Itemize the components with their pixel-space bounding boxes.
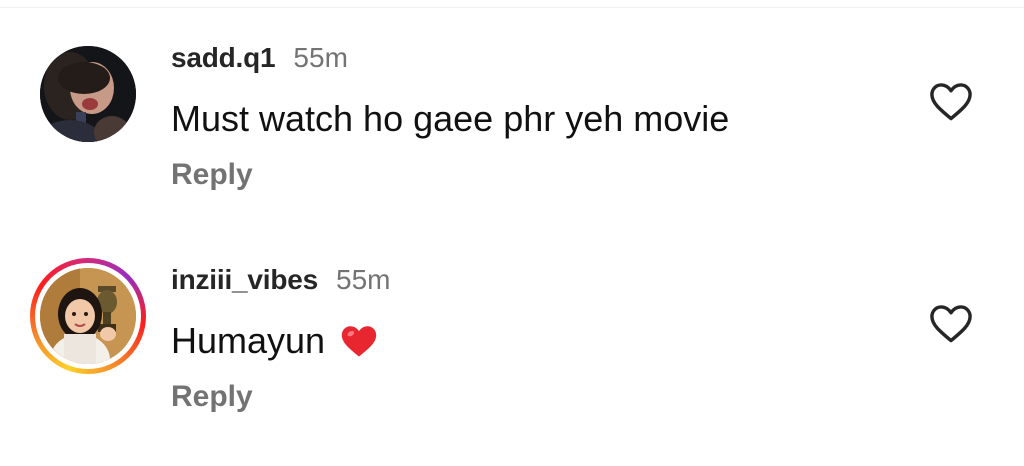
- like-button[interactable]: [928, 302, 974, 344]
- comment-item: inziii_vibes 55m Humayun Reply: [0, 254, 1024, 454]
- comment-item: sadd.q1 55m Must watch ho gaee phr yeh m…: [0, 32, 1024, 232]
- avatar[interactable]: [40, 46, 136, 142]
- story-ring[interactable]: [30, 258, 146, 374]
- heart-outline-icon: [930, 305, 972, 343]
- like-button[interactable]: [928, 80, 974, 122]
- heart-outline-icon: [930, 83, 972, 121]
- heart-emoji-icon: [341, 326, 377, 357]
- reply-button[interactable]: Reply: [171, 380, 253, 414]
- timestamp: 55m: [293, 42, 348, 73]
- comment-text: Humayun: [171, 320, 379, 362]
- username[interactable]: inziii_vibes: [171, 264, 318, 296]
- comment-body: Must watch ho gaee phr yeh movie: [171, 98, 730, 139]
- top-divider: [0, 7, 1024, 8]
- reply-button[interactable]: Reply: [171, 158, 253, 192]
- timestamp: 55m: [336, 264, 391, 295]
- story-ring-gap: [35, 263, 141, 369]
- comment-text: Must watch ho gaee phr yeh movie: [171, 98, 729, 140]
- comment-meta: inziii_vibes 55m: [171, 264, 390, 300]
- avatar: [40, 268, 136, 364]
- comment-body: Humayun: [171, 320, 326, 361]
- username[interactable]: sadd.q1: [171, 42, 276, 74]
- comment-meta: sadd.q1 55m: [171, 42, 348, 78]
- avatar-image: [40, 46, 136, 142]
